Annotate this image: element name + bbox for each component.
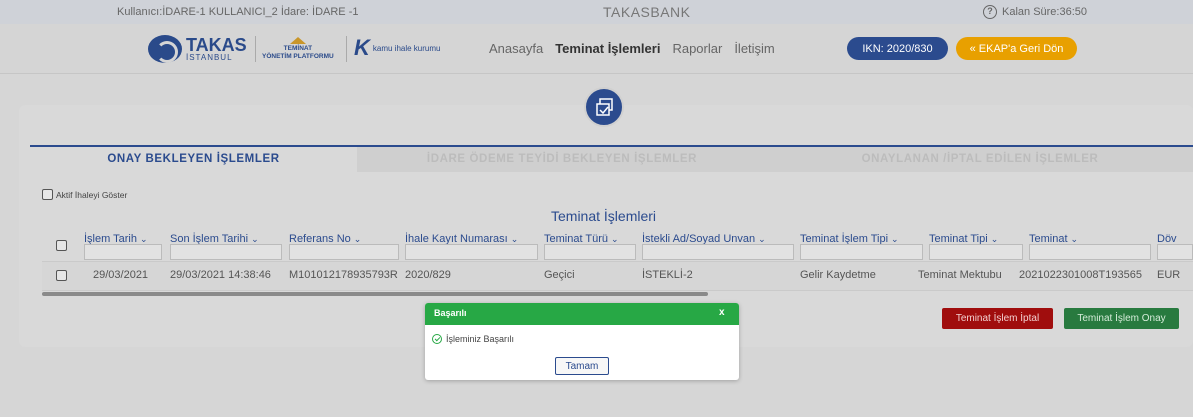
tab-onaylanan-iptal[interactable]: ONAYLANAN /İPTAL EDİLEN İŞLEMLER <box>767 147 1193 172</box>
timer-text: Kalan Süre:36:50 <box>1002 6 1088 18</box>
cell-istekli: İSTEKLİ-2 <box>642 269 693 281</box>
filter-input-son-islem-tarihi[interactable] <box>170 244 282 260</box>
help-icon[interactable]: ? <box>983 5 997 19</box>
table-title: Teminat İşlemleri <box>551 208 657 224</box>
nav-iletisim[interactable]: İletişim <box>734 41 774 56</box>
chevron-down-icon: ⌄ <box>139 234 148 244</box>
modal-header: Başarılı x <box>425 303 739 325</box>
filter-input-islem-tarih[interactable] <box>84 244 162 260</box>
modal-ok-button[interactable]: Tamam <box>555 357 609 375</box>
chevron-down-icon: ⌄ <box>611 234 619 244</box>
modal-title: Başarılı <box>434 308 467 318</box>
filter-input-doviz[interactable] <box>1157 244 1193 260</box>
teminat-logo-line2: YÖNETİM PLATFORMU <box>262 52 334 60</box>
teminat-islem-iptal-button[interactable]: Teminat İşlem İptal <box>942 308 1053 329</box>
row-checkbox[interactable] <box>56 270 67 281</box>
kamu-logo-text: kamu ihale kurumu <box>372 43 441 53</box>
kamu-k-icon: K <box>354 35 370 60</box>
chevron-down-icon: ⌄ <box>510 234 519 244</box>
filter-input-teminat-turu[interactable] <box>544 244 636 260</box>
cell-referans-no: M101012178935793R <box>289 269 398 281</box>
filter-input-teminat[interactable] <box>1029 244 1151 260</box>
teminat-islem-onay-button[interactable]: Teminat İşlem Onay <box>1064 308 1179 329</box>
kamu-ihale-logo: K kamu ihale kurumu <box>354 35 441 60</box>
chevron-down-icon: ⌄ <box>990 234 999 244</box>
chevron-down-icon: ⌄ <box>353 234 362 244</box>
horizontal-scrollbar[interactable] <box>42 292 708 296</box>
roof-icon <box>289 36 306 44</box>
cell-ihale-kayit: 2020/829 <box>405 269 451 281</box>
aktif-ihale-checkbox[interactable] <box>42 189 53 200</box>
cell-islem-tarih: 29/03/2021 <box>93 269 149 281</box>
filter-input-islem-tipi[interactable] <box>800 244 923 260</box>
aktif-ihale-toggle[interactable]: Aktif İhaleyi Göster <box>42 189 127 200</box>
check-circle-icon <box>432 334 442 344</box>
takas-istanbul-logo[interactable]: TAKAS İSTANBUL <box>148 35 247 63</box>
logo-divider <box>255 36 256 62</box>
user-info: Kullanıcı:İDARE-1 KULLANICI_2 İdare: İDA… <box>117 6 359 18</box>
cell-teminat-tipi: Teminat Mektubu <box>918 269 1002 281</box>
cell-teminat: 2021022301008T193565 <box>1019 269 1142 281</box>
filter-input-teminat-tipi[interactable] <box>929 244 1023 260</box>
takas-logo-icon <box>148 35 182 63</box>
close-icon[interactable]: x <box>719 307 725 318</box>
modal-message-text: İşleminiz Başarılı <box>446 334 515 344</box>
brand-title: TAKASBANK <box>603 4 691 20</box>
session-timer: ? Kalan Süre:36:50 <box>983 5 1087 19</box>
tab-onay-bekleyen[interactable]: ONAY BEKLEYEN İŞLEMLER <box>30 147 357 172</box>
chevron-down-icon: ⌄ <box>251 234 259 244</box>
chevron-down-icon: ⌄ <box>891 234 899 244</box>
filter-input-ihale-kayit[interactable] <box>405 244 538 260</box>
main-nav: Anasayfa Teminat İşlemleri Raporlar İlet… <box>489 41 775 56</box>
nav-teminat-islemleri[interactable]: Teminat İşlemleri <box>555 41 660 56</box>
cell-islem-tipi: Gelir Kaydetme <box>800 269 876 281</box>
teminat-platform-logo: TEMİNAT YÖNETİM PLATFORMU <box>262 36 334 61</box>
nav-raporlar[interactable]: Raporlar <box>672 41 722 56</box>
chevron-down-icon: ⌄ <box>758 234 766 244</box>
document-stack-icon <box>584 87 624 127</box>
cell-teminat-turu: Geçici <box>544 269 575 281</box>
takas-logo-line2: İSTANBUL <box>186 53 233 62</box>
chevron-down-icon: ⌄ <box>1070 234 1079 244</box>
modal-message: İşleminiz Başarılı <box>432 334 514 344</box>
tab-odeme-teyidi[interactable]: İDARE ÖDEME TEYİDİ BEKLEYEN İŞLEMLER <box>357 147 767 172</box>
filter-input-referans-no[interactable] <box>289 244 399 260</box>
logo-divider <box>346 36 347 62</box>
teminat-logo-line1: TEMİNAT <box>283 45 313 52</box>
select-all-checkbox[interactable] <box>56 240 67 251</box>
cell-son-islem-tarihi: 29/03/2021 14:38:46 <box>170 269 271 281</box>
top-info-bar: Kullanıcı:İDARE-1 KULLANICI_2 İdare: İDA… <box>0 0 1193 24</box>
takas-logo-line1: TAKAS <box>186 35 247 55</box>
ikn-button[interactable]: IKN: 2020/830 <box>847 37 948 60</box>
tab-bar: ONAY BEKLEYEN İŞLEMLER İDARE ÖDEME TEYİD… <box>30 145 1193 172</box>
filter-input-istekli[interactable] <box>642 244 794 260</box>
header: TAKAS İSTANBUL TEMİNAT YÖNETİM PLATFORMU… <box>0 24 1193 74</box>
nav-anasayfa[interactable]: Anasayfa <box>489 41 543 56</box>
success-modal: Başarılı x İşleminiz Başarılı Tamam <box>425 303 739 380</box>
ekap-back-button[interactable]: « EKAP'a Geri Dön <box>956 37 1077 60</box>
cell-doviz: EUR <box>1157 269 1181 281</box>
aktif-ihale-label: Aktif İhaleyi Göster <box>56 189 128 200</box>
